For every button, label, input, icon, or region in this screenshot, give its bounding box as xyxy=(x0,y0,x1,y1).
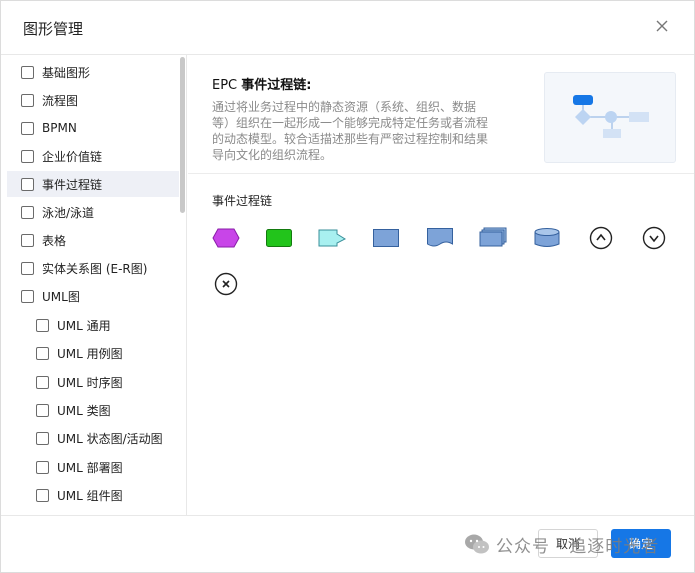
epc-information-object-icon[interactable] xyxy=(317,226,347,250)
category-label: 表格 xyxy=(42,233,67,248)
category-label: UML 用例图 xyxy=(57,346,123,361)
category-item[interactable]: BPMN xyxy=(21,115,77,141)
epc-event-hexagon-icon[interactable] xyxy=(211,226,241,250)
description-line: 等）组织在一起形成一个能够完成特定任务或者流程 xyxy=(212,116,489,130)
checkbox[interactable] xyxy=(21,233,34,247)
category-label: UML图 xyxy=(42,289,80,304)
checkbox[interactable] xyxy=(21,65,34,79)
wechat-icon xyxy=(465,534,489,554)
epc-database-cylinder-icon[interactable] xyxy=(532,226,562,250)
checkbox[interactable] xyxy=(36,403,49,417)
section-divider xyxy=(188,173,694,174)
checkbox[interactable] xyxy=(21,177,34,191)
category-label: UML 部署图 xyxy=(57,460,123,475)
checkbox[interactable] xyxy=(21,205,34,219)
category-sidebar[interactable]: 基础图形 流程图 BPMN 企业价值链 事件过程链 泳池/泳道 表格 实体关系图… xyxy=(1,55,187,515)
category-item[interactable]: 企业价值链 xyxy=(21,143,102,169)
category-subitem[interactable]: UML 通用 xyxy=(36,312,111,338)
epc-function-rect-icon[interactable] xyxy=(264,226,294,250)
category-item[interactable]: 泳池/泳道 xyxy=(21,199,94,225)
category-subitem[interactable]: UML 时序图 xyxy=(36,369,123,395)
category-item[interactable]: 实体关系图 (E-R图) xyxy=(21,255,147,281)
description-line: 导向文化的组织流程。 xyxy=(212,148,333,162)
epc-or-connector-icon[interactable] xyxy=(639,226,669,250)
category-item[interactable]: 表格 xyxy=(21,227,66,253)
checkbox[interactable] xyxy=(21,93,34,107)
description-title-bold: 事件过程链: xyxy=(241,78,312,93)
description-title: EPC 事件过程链: xyxy=(212,74,311,93)
category-label: UML 组件图 xyxy=(57,488,123,503)
category-item[interactable]: 基础图形 xyxy=(21,59,90,85)
checkbox[interactable] xyxy=(21,121,34,135)
checkbox[interactable] xyxy=(36,346,49,360)
checkbox[interactable] xyxy=(36,460,49,474)
category-item-selected[interactable]: 事件过程链 xyxy=(7,171,179,197)
checkbox[interactable] xyxy=(21,261,34,275)
category-subitem[interactable]: UML 部署图 xyxy=(36,454,123,480)
epc-system-rect-icon[interactable] xyxy=(371,226,401,250)
sidebar-scrollbar[interactable] xyxy=(180,57,185,213)
shape-group-label: 事件过程链 xyxy=(212,194,273,208)
close-icon[interactable] xyxy=(652,16,672,36)
epc-and-connector-icon[interactable] xyxy=(586,226,616,250)
category-label: 企业价值链 xyxy=(42,149,103,164)
description-line: 的动态模型。较合适描述那些有严密过程控制和结果 xyxy=(212,132,489,146)
category-label: 基础图形 xyxy=(42,65,91,80)
checkbox[interactable] xyxy=(36,318,49,332)
epc-multi-document-icon[interactable] xyxy=(478,226,508,250)
checkbox[interactable] xyxy=(36,375,49,389)
dialog-header: 图形管理 xyxy=(1,1,694,55)
category-label: UML 时序图 xyxy=(57,375,123,390)
category-label: 泳池/泳道 xyxy=(42,205,95,220)
dialog-title: 图形管理 xyxy=(23,20,84,38)
checkbox[interactable] xyxy=(21,289,34,303)
epc-preview-thumbnail xyxy=(544,72,676,163)
shape-manager-dialog: 图形管理 基础图形 流程图 BPMN 企业价值链 事件过程链 泳池/泳道 表格 … xyxy=(0,0,695,573)
category-item[interactable]: 流程图 xyxy=(21,87,78,113)
category-label: 流程图 xyxy=(42,93,79,108)
description-title-prefix: EPC xyxy=(212,78,242,93)
checkbox[interactable] xyxy=(36,431,49,445)
category-item[interactable]: UML图 xyxy=(21,283,80,309)
checkbox[interactable] xyxy=(36,488,49,502)
category-subitem[interactable]: UML 类图 xyxy=(36,397,111,423)
category-subitem[interactable]: UML 状态图/活动图 xyxy=(36,425,163,451)
epc-xor-connector-icon[interactable] xyxy=(211,272,241,296)
category-subitem[interactable]: UML 用例图 xyxy=(36,340,123,366)
category-label: UML 状态图/活动图 xyxy=(57,431,163,446)
category-subitem[interactable]: UML 组件图 xyxy=(36,482,123,508)
description-text: 通过将业务过程中的静态资源（系统、组织、数据 等）组织在一起形成一个能够完成特定… xyxy=(212,99,512,163)
category-label: UML 类图 xyxy=(57,403,111,418)
shape-panel: EPC 事件过程链: 通过将业务过程中的静态资源（系统、组织、数据 等）组织在一… xyxy=(188,55,694,515)
watermark: 公众号 · 追逐时光者 xyxy=(464,531,659,557)
category-label: UML 通用 xyxy=(57,318,111,333)
category-label: BPMN xyxy=(42,121,77,135)
epc-document-icon[interactable] xyxy=(425,226,455,250)
category-label: 实体关系图 (E-R图) xyxy=(42,261,148,276)
checkbox[interactable] xyxy=(21,149,34,163)
watermark-text: 公众号 · 追逐时光者 xyxy=(496,536,660,557)
description-line: 通过将业务过程中的静态资源（系统、组织、数据 xyxy=(212,100,477,114)
category-label: 事件过程链 xyxy=(42,177,103,192)
